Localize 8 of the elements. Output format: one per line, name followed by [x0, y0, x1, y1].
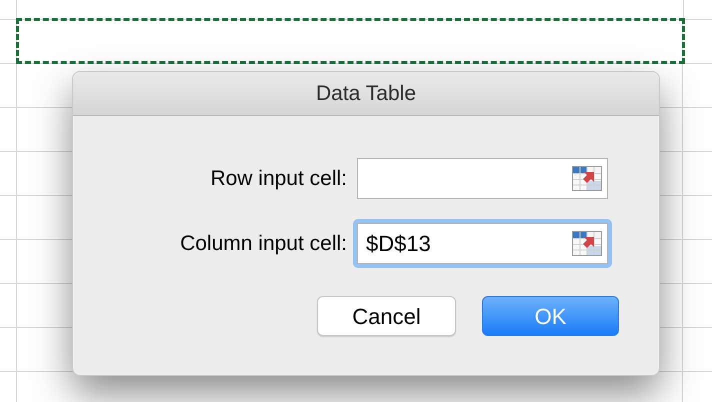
field-label: Row input cell: [209, 166, 348, 192]
input-field[interactable]: $D$13 [357, 223, 608, 264]
field-label: Column input cell: [179, 230, 348, 257]
cell-range-icon[interactable] [572, 231, 602, 256]
cell-range-icon[interactable] [572, 166, 602, 191]
input-field[interactable] [357, 158, 608, 199]
dialog-title: Data Table [316, 80, 416, 107]
cancel-button[interactable]: Cancel [317, 296, 456, 336]
